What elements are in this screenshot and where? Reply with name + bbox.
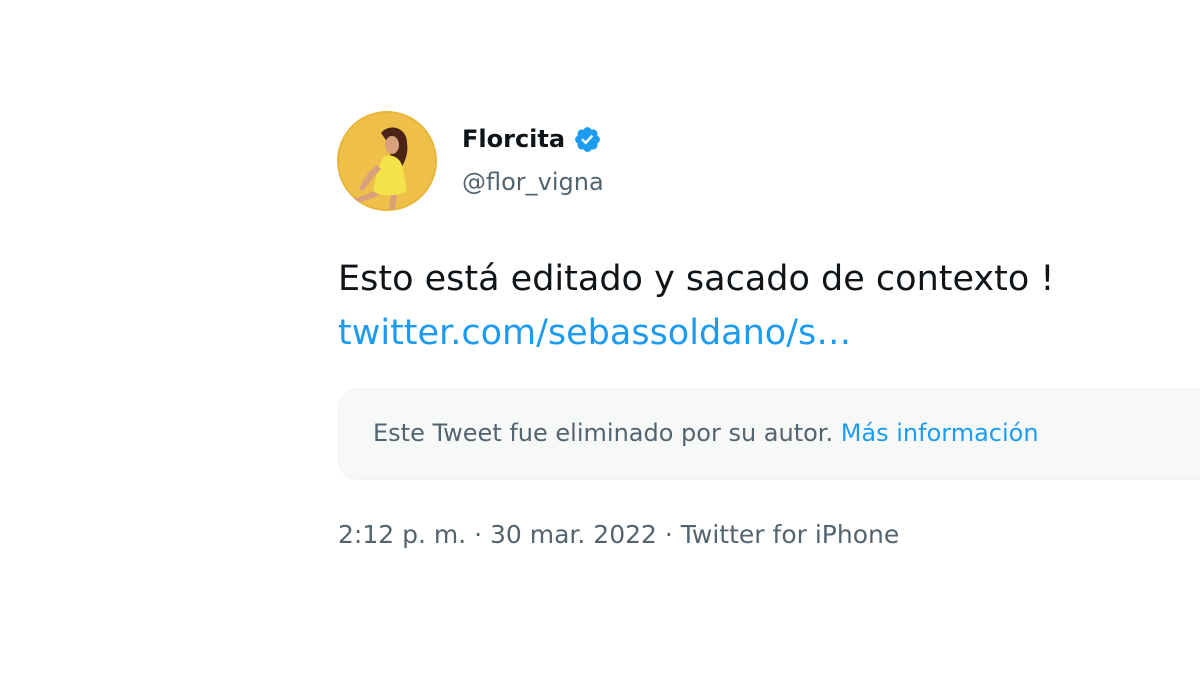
author-name-row: Florcita: [462, 122, 602, 156]
author-display-name[interactable]: Florcita: [462, 125, 565, 153]
tweet-source: Twitter for iPhone: [680, 520, 900, 549]
tweet-time[interactable]: 2:12 p. m.: [338, 520, 466, 549]
avatar-photo: [337, 111, 437, 211]
meta-separator: ·: [656, 520, 681, 549]
tweet-meta: 2:12 p. m. · 30 mar. 2022 · Twitter for …: [338, 520, 899, 549]
deleted-notice-text: Este Tweet fue eliminado por su autor.: [373, 419, 841, 447]
tweet-text: Esto está editado y sacado de contexto !: [338, 259, 1055, 299]
tweet-card: Florcita @flor_vigna Esto está editado y…: [336, 110, 1200, 580]
tweet-link[interactable]: twitter.com/sebassoldano/s…: [338, 306, 1054, 360]
deleted-tweet-notice: Este Tweet fue eliminado por su autor. M…: [338, 388, 1200, 480]
meta-separator: ·: [466, 520, 490, 549]
verified-badge-icon: [573, 125, 602, 154]
tweet-body: Esto está editado y sacado de contexto !…: [338, 252, 1054, 360]
deleted-notice-row: Este Tweet fue eliminado por su autor. M…: [373, 419, 1039, 447]
author-handle[interactable]: @flor_vigna: [462, 168, 604, 196]
more-info-link[interactable]: Más información: [841, 419, 1039, 447]
avatar[interactable]: [337, 111, 437, 211]
tweet-date[interactable]: 30 mar. 2022: [490, 520, 657, 549]
